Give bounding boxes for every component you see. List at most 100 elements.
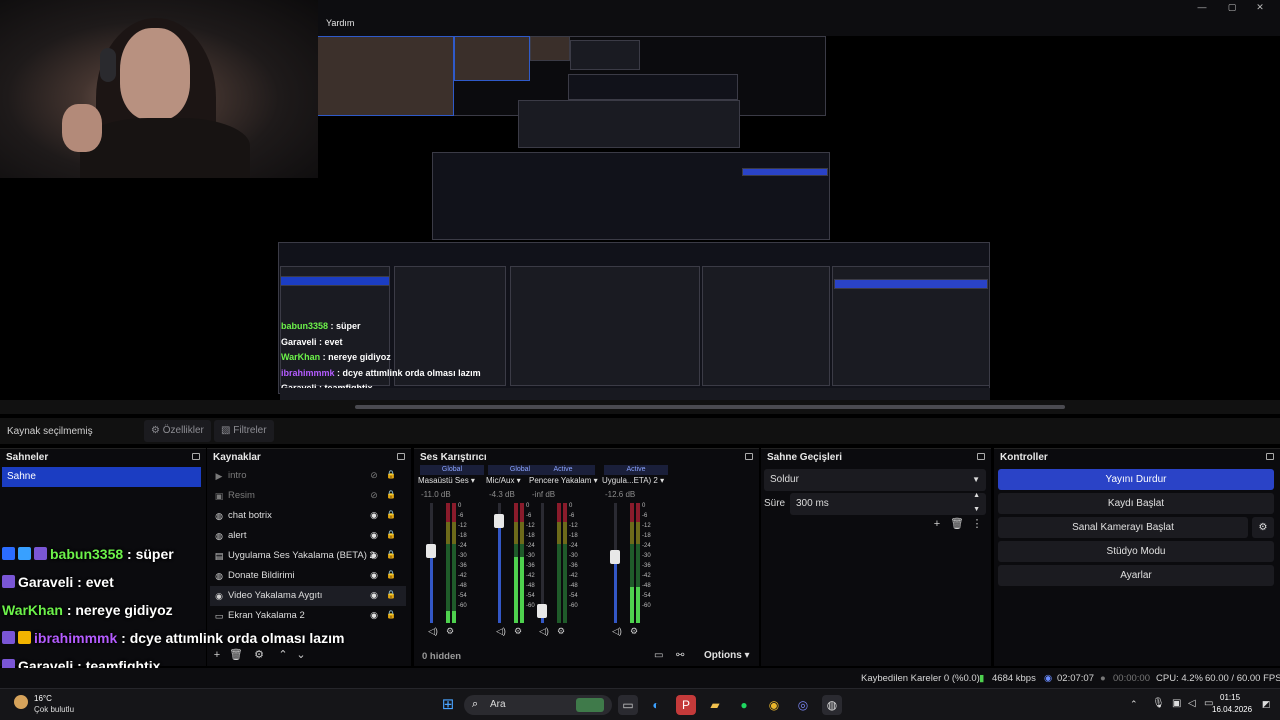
mixer-channel: Active Pencere Yakalam ▾ -inf dB 0 -6 -12 -18 -… — [527, 465, 599, 637]
close-button[interactable]: ✕ — [1250, 2, 1270, 12]
volume-icon[interactable]: ◁ — [1188, 698, 1196, 709]
menu-help[interactable]: Yardım — [326, 18, 354, 28]
filters-button[interactable]: ▧ Filtreler — [214, 420, 274, 442]
lock-icon[interactable]: 🔒 — [386, 510, 396, 520]
network-icon[interactable]: ▣ — [1172, 698, 1181, 709]
obs-icon[interactable]: ◍ — [822, 695, 842, 715]
stop-stream-button[interactable]: Yayını Durdur — [998, 469, 1274, 490]
duration-input[interactable]: 300 ms ▲ ▼ — [790, 492, 986, 515]
notification-icon[interactable]: ◩ — [1262, 699, 1271, 710]
nested-transitions-dock — [702, 266, 830, 386]
mute-icon[interactable]: ◁) — [539, 626, 549, 637]
eye-icon[interactable]: ◉ — [368, 570, 380, 580]
meter-scale: 0 -6 -12 -18 -24 -30 -36 -42 -48 -54 -60 — [642, 501, 651, 611]
microphone-icon[interactable]: 🎙 — [1152, 698, 1165, 709]
windows-start-icon[interactable]: ⊞ — [438, 695, 458, 715]
chat-text: : evet — [73, 574, 114, 590]
meter-tick-label: -42 — [642, 573, 651, 579]
gear-icon[interactable]: ⚙ — [630, 626, 638, 637]
lock-icon[interactable]: 🔒 — [386, 590, 396, 600]
chrome-icon[interactable]: ◉ — [764, 695, 784, 715]
nested-preview-3 — [568, 74, 738, 100]
eye-icon[interactable]: ◉ — [368, 550, 380, 560]
add-transition-icon[interactable]: + — [930, 517, 944, 531]
virtual-camera-settings-icon[interactable]: ⚙ — [1252, 517, 1274, 538]
undock-icon[interactable] — [397, 453, 405, 460]
lock-icon[interactable]: 🔒 — [386, 550, 396, 560]
eye-off-icon[interactable]: ⊘ — [368, 490, 380, 500]
lock-icon[interactable]: 🔒 — [386, 470, 396, 480]
start-record-button[interactable]: Kaydı Başlat — [998, 493, 1274, 514]
layout-icon[interactable]: ▭ — [654, 650, 663, 661]
clock-date[interactable]: 16.04.2026 — [1212, 705, 1252, 714]
scene-item-sahne[interactable]: Sahne — [2, 467, 201, 487]
virtual-camera-button[interactable]: Sanal Kamerayı Başlat — [998, 517, 1248, 538]
chat-badge-icon — [2, 631, 15, 644]
eye-off-icon[interactable]: ⊘ — [368, 470, 380, 480]
preview-scrollbar[interactable] — [355, 405, 1065, 409]
volume-slider-handle[interactable] — [610, 550, 620, 564]
source-item[interactable]: ◍ chat botrix ◉ 🔒 — [210, 506, 406, 526]
mute-icon[interactable]: ◁) — [496, 626, 506, 637]
nested-chat-overlay: babun3358 : süper Garaveli : evet WarKhan … — [281, 319, 481, 397]
undock-icon[interactable] — [977, 453, 985, 460]
chat-badge-icon — [18, 547, 31, 560]
chevron-up-icon[interactable]: ⌃ — [1130, 699, 1138, 710]
level-meter — [446, 503, 450, 623]
gear-icon[interactable]: ⚙ — [557, 626, 565, 637]
clock-time[interactable]: 01:15 — [1220, 693, 1240, 702]
channel-db: -4.3 dB — [489, 490, 515, 499]
maximize-button[interactable]: ▢ — [1222, 2, 1242, 12]
meter-scale: 0 -6 -12 -18 -24 -30 -36 -42 -48 -54 -60 — [569, 501, 578, 611]
app-p-icon[interactable]: P — [676, 695, 696, 715]
settings-button[interactable]: Ayarlar — [998, 565, 1274, 586]
more-icon[interactable]: ⋮ — [970, 517, 984, 531]
edge-icon[interactable]: ◐ — [646, 695, 666, 715]
stepper-icon[interactable]: ▲ ▼ — [973, 489, 980, 517]
meter-tick-label: -42 — [569, 573, 578, 579]
studio-mode-button[interactable]: Stüdyo Modu — [998, 541, 1274, 562]
options-button[interactable]: Options ▾ — [704, 650, 750, 661]
channel-name[interactable]: Masaüstü Ses ▾ — [418, 476, 488, 485]
volume-slider-handle[interactable] — [537, 604, 547, 618]
mute-icon[interactable]: ◁) — [428, 626, 438, 637]
nested-webcam-2 — [454, 36, 530, 81]
volume-slider-handle[interactable] — [494, 514, 504, 528]
discord-icon[interactable]: ◎ — [793, 695, 813, 715]
trash-icon[interactable]: 🗑 — [950, 517, 964, 531]
eye-icon[interactable]: ◉ — [368, 510, 380, 520]
level-meter — [452, 503, 456, 623]
gear-icon[interactable]: ⚙ — [514, 626, 522, 637]
gear-icon[interactable]: ⚙ — [446, 626, 454, 637]
link-icon[interactable]: ⚯ — [676, 650, 684, 661]
eye-icon[interactable]: ◉ — [368, 590, 380, 600]
undock-icon[interactable] — [192, 453, 200, 460]
taskbar-search[interactable]: ⌕ Ara — [464, 695, 612, 715]
volume-slider-handle[interactable] — [426, 544, 436, 558]
channel-name[interactable]: Pencere Yakalam ▾ — [529, 476, 599, 485]
undock-icon[interactable] — [745, 453, 753, 460]
properties-button[interactable]: ⚙ Özellikler — [144, 420, 211, 442]
lock-icon[interactable]: 🔒 — [386, 530, 396, 540]
lock-icon[interactable]: 🔒 — [386, 610, 396, 620]
meter-scale: 0 -6 -12 -18 -24 -30 -36 -42 -48 -54 -60 — [458, 501, 467, 611]
undock-icon[interactable] — [1266, 453, 1274, 460]
transition-select[interactable]: Soldur ▼ — [764, 469, 986, 491]
chat-username: ibrahimmmk — [34, 630, 118, 646]
meter-tick-label: -48 — [569, 583, 578, 589]
lock-icon[interactable]: 🔒 — [386, 490, 396, 500]
eye-icon[interactable]: ◉ — [368, 610, 380, 620]
chat-message: ibrahimmmk : dcye attımlink orda olması … — [281, 366, 481, 382]
channel-tag: Global — [420, 465, 484, 475]
lock-icon[interactable]: 🔒 — [386, 570, 396, 580]
file-explorer-icon[interactable]: ▰ — [705, 695, 725, 715]
task-view-icon[interactable]: ▭ — [618, 695, 638, 715]
eye-icon[interactable]: ◉ — [368, 530, 380, 540]
channel-name[interactable]: Uygula...ETA) 2 ▾ — [602, 476, 672, 485]
minimize-button[interactable]: — — [1192, 2, 1212, 12]
mute-icon[interactable]: ◁) — [612, 626, 622, 637]
spotify-icon[interactable]: ● — [734, 695, 754, 715]
level-fill — [514, 557, 518, 623]
source-item[interactable]: ▶ intro ⊘ 🔒 — [210, 466, 406, 486]
source-item[interactable]: ▣ Resim ⊘ 🔒 — [210, 486, 406, 506]
